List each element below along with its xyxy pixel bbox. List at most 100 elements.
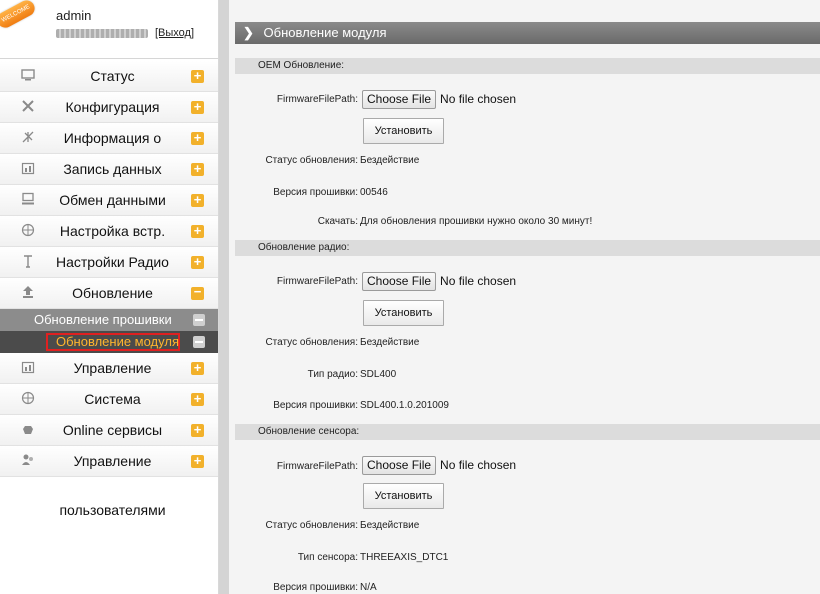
section-title: Обновление сенсора: [258, 426, 360, 437]
sidebar-splitter[interactable] [219, 0, 229, 594]
choose-file-button[interactable]: Choose File [362, 456, 437, 475]
update-status-label: Статус обновления: [265, 520, 358, 531]
sidebar-item-label-continuation: пользователями [59, 502, 166, 518]
submenu-item-module-update[interactable]: Обновление модуля [0, 331, 218, 353]
logout-link[interactable]: [Выход] [155, 27, 194, 39]
sidebar-item-config[interactable]: Конфигурация + [0, 92, 218, 123]
firmware-path-label: FirmwareFilePath: [276, 276, 358, 287]
welcome-badge: WELCOME [0, 0, 38, 31]
chevron-right-icon: ❯ [243, 25, 254, 40]
sidebar: WELCOME admin [Выход] Статус + Конфигура… [0, 0, 219, 594]
expand-plus-icon[interactable]: + [191, 224, 204, 238]
masked-address [56, 29, 148, 38]
expand-plus-icon[interactable]: + [191, 131, 204, 145]
sidebar-item-management[interactable]: Управление + [0, 353, 218, 384]
sidebar-item-label: Управление [73, 360, 152, 376]
submenu-item-label: Обновление прошивки [34, 312, 172, 327]
minus-icon [193, 336, 205, 348]
sidebar-item-label: Запись данных [63, 161, 162, 177]
no-file-text: No file chosen [440, 274, 517, 288]
install-button-sensor[interactable]: Установить [363, 483, 444, 509]
calendar-icon [20, 161, 36, 177]
file-chooser-sensor: Choose File No file chosen [362, 456, 517, 475]
update-status-label: Статус обновления: [265, 155, 358, 166]
user-header: WELCOME admin [Выход] [0, 0, 218, 59]
sensor-type-label: Тип сенсора: [297, 552, 358, 563]
section-header-sensor: Обновление сенсора: [235, 424, 820, 440]
firmware-path-label: FirmwareFilePath: [276, 94, 358, 105]
no-file-text: No file chosen [440, 458, 517, 472]
sidebar-item-system[interactable]: Система + [0, 384, 218, 415]
expand-plus-icon[interactable]: + [191, 423, 204, 437]
submenu-item-firmware-update[interactable]: Обновление прошивки [0, 309, 218, 331]
expand-plus-icon[interactable]: + [191, 454, 204, 468]
section-header-oem: OEM Обновление: [235, 58, 820, 74]
install-button-radio[interactable]: Установить [363, 300, 444, 326]
expand-plus-icon[interactable]: + [191, 69, 204, 83]
choose-file-button[interactable]: Choose File [362, 90, 437, 109]
sidebar-item-label: Система [84, 391, 141, 407]
sidebar-item-label: Обновление [72, 285, 153, 301]
sidebar-item-label: Конфигурация [65, 99, 160, 115]
section-title: OEM Обновление: [258, 60, 345, 71]
sidebar-item-label: Статус [90, 68, 135, 84]
antenna-icon [20, 254, 36, 270]
update-status-label: Статус обновления: [265, 337, 358, 348]
sidebar-item-update[interactable]: Обновление − [0, 278, 218, 309]
firmware-version-value: N/A [360, 582, 377, 593]
page-title-bar: ❯ Обновление модуля [235, 22, 820, 44]
expand-plus-icon[interactable]: + [191, 255, 204, 269]
radio-type-label: Тип радио: [307, 369, 358, 380]
sidebar-item-data-log[interactable]: Запись данных + [0, 154, 218, 185]
sidebar-item-label: Управление [73, 453, 152, 469]
users-icon [20, 453, 36, 469]
submenu-item-label: Обновление модуля [56, 334, 179, 349]
sidebar-item-user-management[interactable]: Управление + [0, 446, 218, 477]
sidebar-item-online-services[interactable]: Online сервисы + [0, 415, 218, 446]
expand-plus-icon[interactable]: + [191, 162, 204, 176]
calendar-icon [20, 360, 36, 376]
update-status-value: Бездействие [360, 155, 420, 166]
firmware-version-value: 00546 [360, 187, 388, 198]
globe-icon [20, 391, 36, 407]
minus-icon [193, 314, 205, 326]
globe-icon [20, 223, 36, 239]
sidebar-item-status[interactable]: Статус + [0, 61, 218, 92]
upload-icon [20, 285, 36, 301]
download-label: Скачать: [317, 216, 358, 227]
firmware-version-label: Версия прошивки: [273, 400, 358, 411]
choose-file-button[interactable]: Choose File [362, 272, 437, 291]
install-button-oem[interactable]: Установить [363, 118, 444, 144]
update-status-value: Бездействие [360, 337, 420, 348]
download-value: Для обновления прошивки нужно около 30 м… [360, 216, 593, 227]
file-chooser-oem: Choose File No file chosen [362, 90, 516, 109]
sidebar-item-label: Информация о [63, 130, 162, 146]
expand-plus-icon[interactable]: + [191, 361, 204, 375]
firmware-path-label: FirmwareFilePath: [276, 461, 358, 472]
firmware-version-label: Версия прошивки: [273, 187, 358, 198]
sidebar-item-data-exchange[interactable]: Обмен данными + [0, 185, 218, 216]
username: admin [56, 8, 92, 23]
firmware-version-label: Версия прошивки: [273, 582, 358, 593]
expand-plus-icon[interactable]: + [191, 100, 204, 114]
sidebar-menu: Статус + Конфигурация + Информация о + З… [0, 61, 218, 477]
file-chooser-radio: Choose File No file chosen [362, 272, 517, 291]
firmware-version-value: SDL400.1.0.201009 [360, 400, 449, 411]
sidebar-item-radio-settings[interactable]: Настройки Радио + [0, 247, 218, 278]
update-status-value: Бездействие [360, 520, 420, 531]
section-title: Обновление радио: [258, 242, 350, 253]
sidebar-item-info[interactable]: Информация о + [0, 123, 218, 154]
sidebar-item-label: Обмен данными [59, 192, 166, 208]
expand-plus-icon[interactable]: + [191, 392, 204, 406]
sidebar-item-builtin-settings[interactable]: Настройка встр. + [0, 216, 218, 247]
collapse-minus-icon[interactable]: − [191, 285, 204, 300]
expand-plus-icon[interactable]: + [191, 193, 204, 207]
sidebar-item-label: Online сервисы [62, 422, 163, 438]
radio-type-value: SDL400 [360, 369, 397, 380]
sidebar-item-label: Настройка встр. [59, 223, 166, 239]
page-title: Обновление модуля [263, 25, 387, 40]
sidebar-item-label: Настройки Радио [56, 254, 169, 270]
signal-icon [20, 130, 36, 146]
sensor-type-value: THREEAXIS_DTC1 [360, 552, 449, 563]
main-content: ❯ Обновление модуля OEM Обновление: Firm… [229, 0, 820, 594]
